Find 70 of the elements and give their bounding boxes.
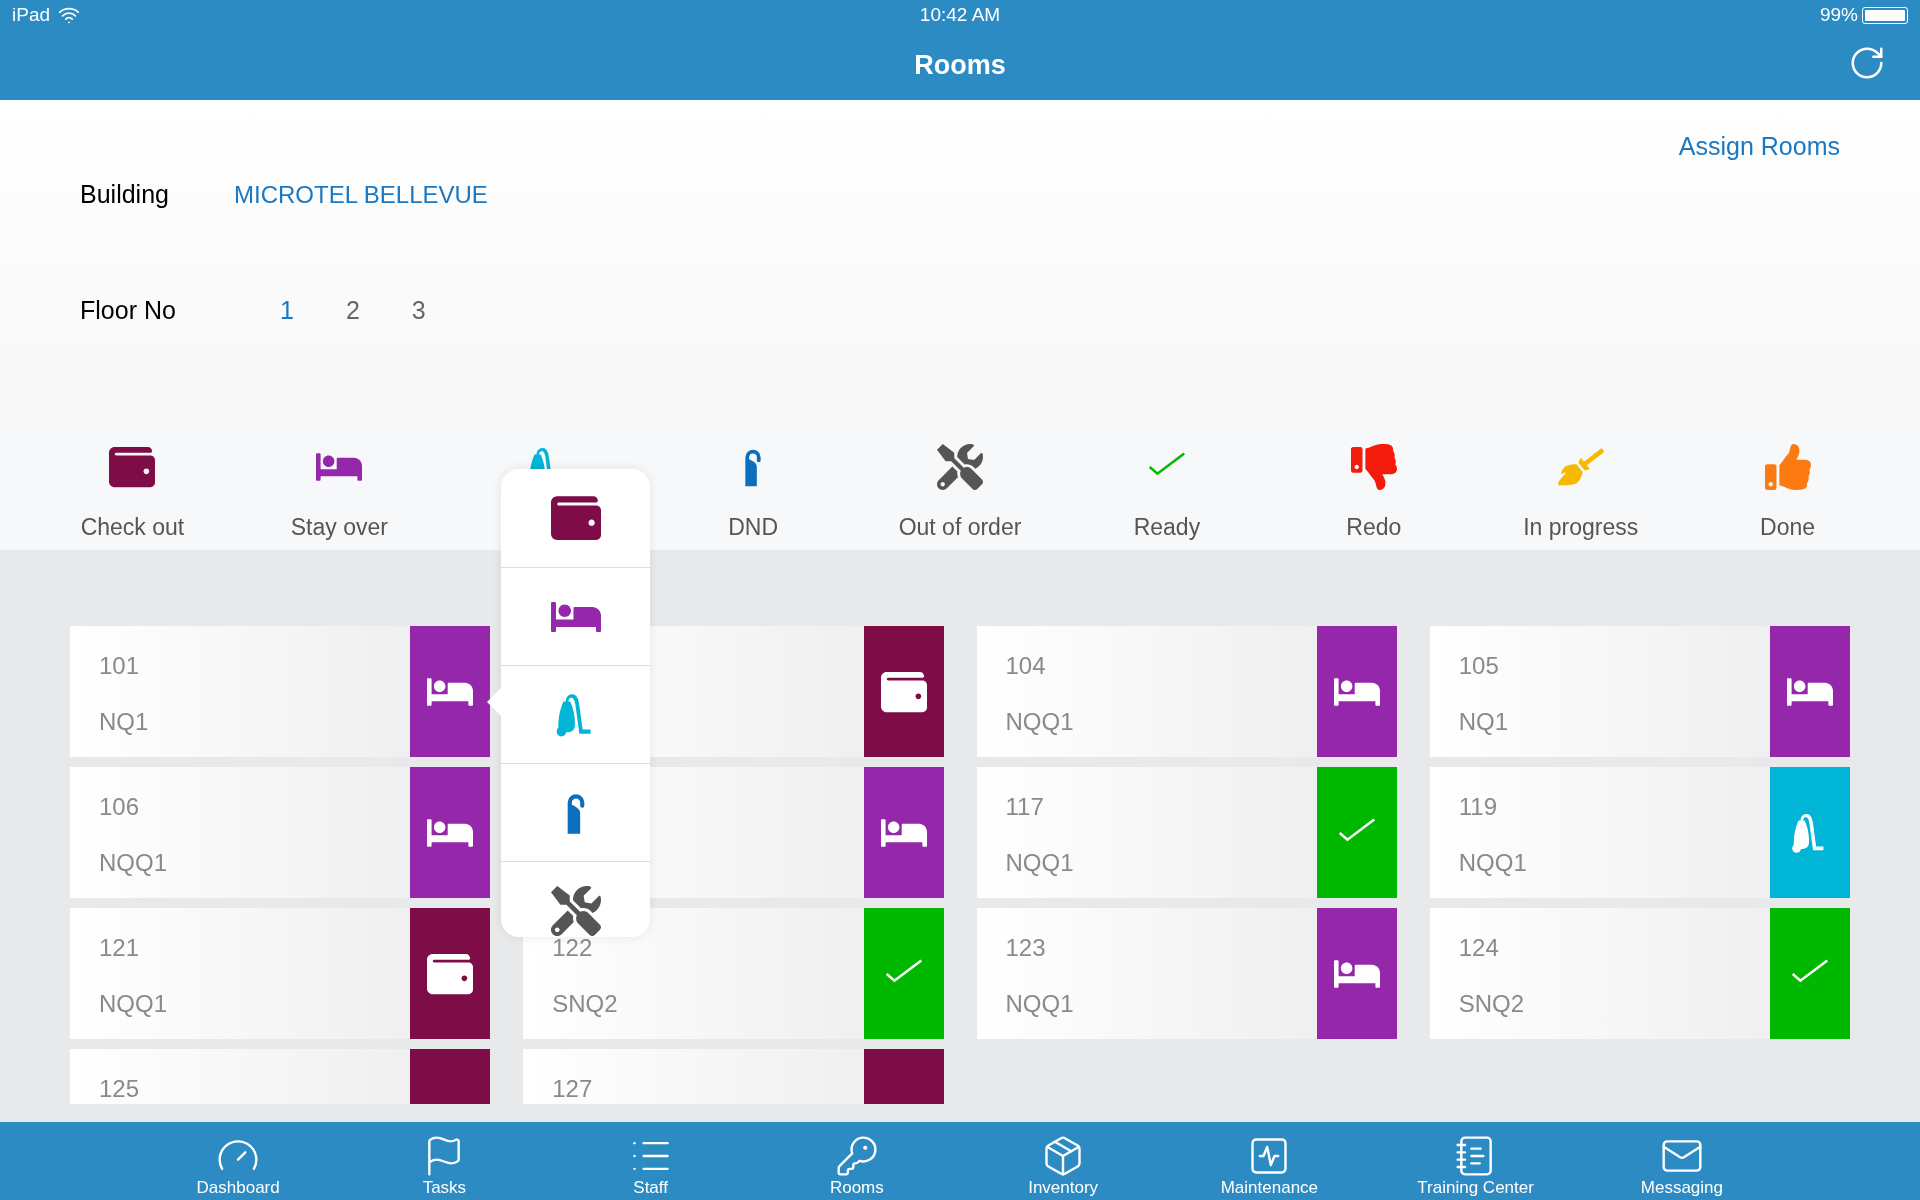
room-card[interactable]: 121 NQQ1 [70,908,491,1039]
room-number: 119 [1458,792,1498,822]
tab-bar-item[interactable]: Rooms [753,1122,960,1200]
room-number: 121 [99,933,141,963]
room-number: 123 [1005,933,1047,963]
tools-icon [937,444,983,490]
room-type: NQ1 [1458,707,1510,737]
legend-label: In progress [1523,513,1639,542]
room-number: 104 [1005,651,1047,681]
legend-label: Stay over [290,513,388,542]
building-selector[interactable]: MICROTEL BELLEVUE [234,176,488,213]
room-type: NQ1 [99,707,150,737]
room-type: NQQ1 [99,989,168,1019]
floor-tab[interactable]: 2 [341,292,364,330]
legend-label: DND [728,513,778,542]
room-type: SNQ2 [552,989,619,1019]
floor-label: Floor No [80,295,177,326]
room-number: 105 [1458,651,1500,681]
wallet-icon [109,444,156,490]
room-card[interactable]: 119 NQQ1 [1429,767,1850,898]
room-card[interactable]: 106 NQQ1 [70,767,491,898]
status-option[interactable] [501,861,650,937]
room-number: 124 [1458,933,1500,963]
thumbs-down-icon [1350,444,1397,490]
device-name: iPad [12,2,51,27]
room-number: 101 [99,651,141,681]
room-number: 106 [99,792,141,822]
room-number: 127 [552,1074,594,1104]
building-label: Building [80,179,170,210]
room-card[interactable]: 127 [523,1049,944,1104]
tab-bar-item[interactable]: Messaging [1578,1122,1785,1200]
room-card[interactable]: 124 SNQ2 [1429,908,1850,1039]
room-card[interactable]: 122 SNQ2 [523,908,944,1039]
tab-bar-item[interactable]: Tasks [341,1122,548,1200]
room-card[interactable]: 117 NQQ1 [976,767,1397,898]
tab-bar-item[interactable]: Maintenance [1166,1122,1373,1200]
room-type: NQQ1 [1458,848,1528,878]
tab-bar-item[interactable]: Dashboard [135,1122,342,1200]
battery-icon [1862,6,1908,24]
legend-label: Redo [1346,513,1402,542]
room-type: NQQ1 [99,848,168,878]
floor-tab[interactable]: 1 [276,292,298,330]
tab-bar-item[interactable]: Training Center [1372,1122,1579,1200]
room-type: NQQ1 [1005,848,1075,878]
room-card[interactable]: 123 NQQ1 [976,908,1397,1039]
clock: 10:42 AM [918,2,1002,27]
room-card[interactable]: 101 NQ1 [70,626,491,757]
legend-label: Check out [80,513,185,542]
legend-label: Done [1760,513,1816,542]
tab-bar-item[interactable]: Inventory [960,1122,1167,1200]
legend-label: Ready [1133,513,1201,542]
wallet-icon [550,493,601,543]
room-number: 122 [552,933,594,963]
battery-percent: 99% [1819,2,1858,27]
legend-label: Out of order [898,513,1022,542]
floor-tab[interactable]: 3 [407,292,430,330]
room-number: 125 [99,1074,141,1104]
room-number: 117 [1005,792,1045,822]
thumbs-up-icon [1764,444,1811,490]
tools-icon [550,885,601,936]
assign-rooms-link[interactable]: Assign Rooms [1678,128,1840,166]
room-card[interactable]: 105 NQ1 [1429,626,1850,757]
key-icon [834,1134,879,1178]
room-card[interactable]: 104 NQQ1 [976,626,1397,757]
room-type: NQQ1 [1005,707,1075,737]
room-type: SNQ2 [1458,989,1526,1019]
page-title: Rooms [914,48,1006,82]
tab-bar-item[interactable]: Staff [547,1122,754,1200]
room-card[interactable]: 125 [70,1049,491,1104]
room-type: NQQ1 [1005,989,1075,1019]
